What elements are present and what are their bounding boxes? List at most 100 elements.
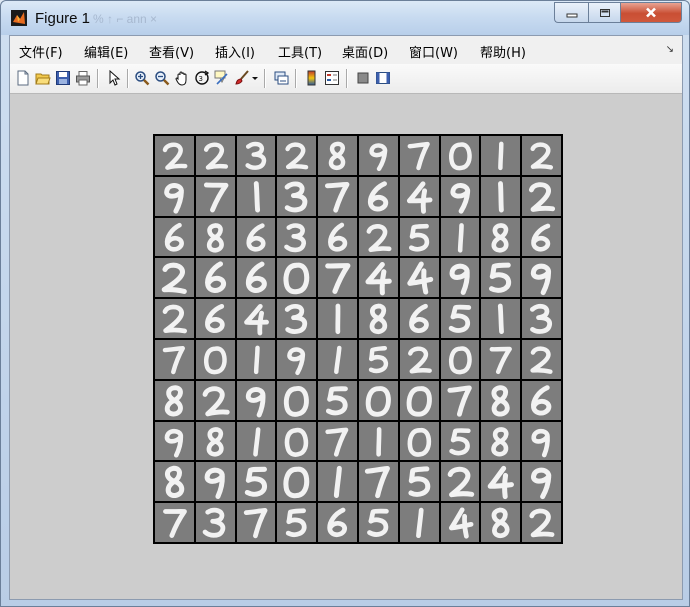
title-bar[interactable]: Figure 1 % ↑ ⌐ ann ×	[1, 1, 689, 35]
minimize-button[interactable]	[554, 2, 588, 23]
digit-glyph-9	[204, 468, 225, 500]
digit-glyph-4	[243, 304, 269, 336]
menu-help[interactable]: 帮助(H)	[480, 42, 526, 61]
digit-cell	[358, 136, 398, 175]
brush-icon[interactable]	[234, 70, 250, 86]
digit-stroke	[164, 385, 183, 417]
pointer-icon[interactable]	[106, 70, 122, 86]
digit-stroke	[491, 426, 509, 457]
digit-stroke	[162, 304, 188, 334]
digit-cell	[358, 176, 398, 216]
digit-cell	[318, 217, 357, 257]
digit-glyph-6	[531, 223, 551, 252]
digit-cell	[195, 421, 235, 461]
zoom-out-icon[interactable]	[154, 70, 170, 86]
digit-cell	[277, 136, 317, 175]
digit-cell	[236, 339, 276, 379]
maximize-button[interactable]	[588, 2, 621, 23]
digit-glyph-2	[366, 223, 392, 252]
digit-glyph-2	[530, 346, 553, 374]
digit-cell	[440, 421, 480, 461]
figure-canvas[interactable]	[10, 94, 682, 599]
show-plot-tools-icon[interactable]	[375, 70, 391, 86]
menu-edit[interactable]: 编辑(E)	[84, 42, 128, 61]
digit-cell	[236, 421, 276, 461]
digit-stroke	[408, 466, 430, 498]
digit-stroke	[488, 466, 515, 500]
digit-glyph-0	[365, 385, 391, 417]
digit-stroke	[161, 263, 187, 295]
digit-cell	[277, 258, 317, 298]
digit-stroke	[448, 346, 472, 375]
digit-glyph-6	[408, 304, 429, 334]
digit-cell	[440, 299, 480, 338]
zoom-in-icon[interactable]	[134, 70, 150, 86]
digit-cell	[399, 217, 439, 257]
digit-glyph-5	[408, 466, 430, 498]
save-icon[interactable]	[55, 70, 71, 86]
menu-overflow-icon[interactable]: ↘	[666, 44, 674, 55]
digit-stroke	[335, 303, 341, 335]
digit-glyph-0	[285, 427, 309, 457]
digit-cell	[195, 380, 235, 420]
hide-plot-tools-icon[interactable]	[355, 70, 371, 86]
digit-cell	[481, 503, 521, 542]
digit-glyph-7	[243, 508, 268, 539]
menu-tools[interactable]: 工具(T)	[278, 42, 322, 61]
digit-cell	[481, 380, 521, 420]
data-cursor-icon[interactable]	[214, 70, 230, 86]
digit-glyph-1	[498, 180, 505, 213]
digit-glyph-2	[529, 182, 556, 212]
close-button[interactable]	[621, 2, 682, 23]
print-icon[interactable]	[75, 70, 91, 86]
close-icon	[646, 7, 656, 18]
digit-stroke	[164, 222, 184, 252]
digit-glyph-6	[367, 181, 389, 212]
digit-glyph-5	[448, 427, 471, 455]
menu-insert[interactable]: 插入(I)	[215, 42, 255, 61]
digit-cell	[318, 258, 357, 298]
menu-view[interactable]: 查看(V)	[149, 42, 194, 61]
brush-dropdown-icon[interactable]	[251, 70, 259, 86]
digit-stroke	[285, 304, 308, 335]
digit-stroke	[369, 303, 388, 335]
digit-glyph-6	[245, 261, 267, 294]
digit-cell	[481, 176, 521, 216]
digit-cell	[399, 176, 439, 216]
digit-stroke	[447, 385, 472, 417]
digit-glyph-2	[161, 263, 187, 295]
digit-stroke	[252, 426, 261, 457]
digit-glyph-7	[163, 509, 187, 539]
menu-file[interactable]: 文件(F)	[19, 42, 63, 61]
digit-cell	[277, 503, 317, 542]
matlab-icon	[11, 10, 27, 26]
digit-glyph-2	[529, 508, 555, 538]
pan-icon[interactable]	[174, 70, 190, 86]
digit-stroke	[448, 304, 471, 333]
digit-stroke	[286, 508, 307, 538]
menu-desktop[interactable]: 桌面(D)	[342, 42, 388, 61]
digit-cell	[522, 503, 561, 542]
link-plot-icon[interactable]	[273, 70, 289, 86]
digit-stroke	[498, 141, 504, 171]
menu-window[interactable]: 窗口(W)	[409, 42, 458, 61]
digit-cell	[277, 339, 317, 379]
digit-glyph-0	[284, 385, 310, 417]
digit-glyph-5	[244, 467, 267, 498]
digit-stroke	[415, 507, 424, 539]
digit-glyph-2	[162, 142, 188, 170]
rotate-3d-icon[interactable]: 3	[194, 70, 210, 86]
digit-glyph-6	[164, 222, 184, 252]
window-title: Figure 1	[35, 10, 91, 27]
digit-glyph-9	[531, 428, 551, 457]
digit-cell	[277, 217, 317, 257]
new-figure-icon[interactable]	[15, 70, 31, 86]
digit-glyph-7	[364, 466, 390, 499]
open-file-icon[interactable]	[35, 70, 51, 86]
digit-stroke	[325, 263, 351, 295]
colorbar-icon[interactable]	[304, 70, 320, 86]
digit-cell	[318, 176, 357, 216]
digit-stroke	[202, 386, 230, 417]
legend-icon[interactable]	[324, 70, 340, 86]
digit-glyph-9	[531, 468, 552, 500]
